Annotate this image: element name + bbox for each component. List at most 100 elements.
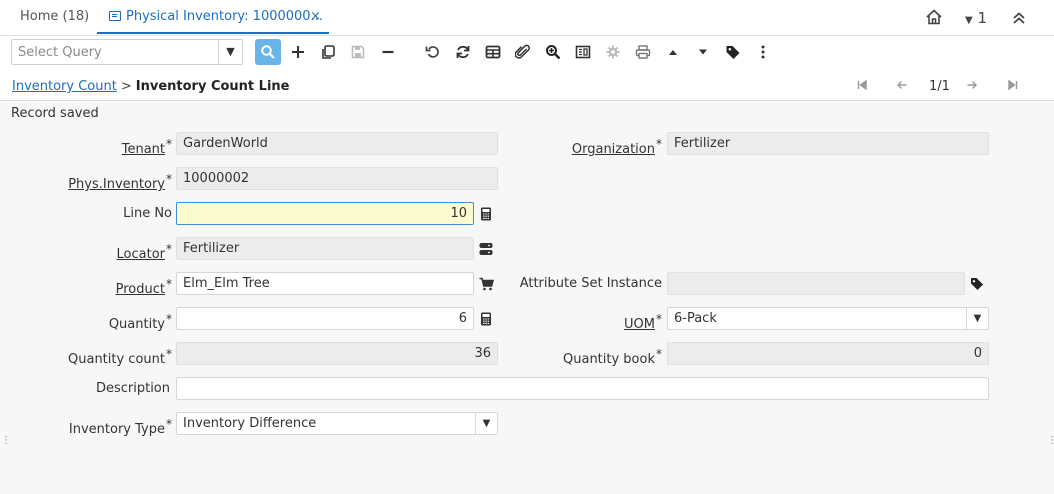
required-mark: * [656, 312, 662, 326]
locator-label[interactable]: Locator* [60, 238, 172, 262]
more-menu-icon[interactable] [750, 39, 776, 65]
product-input[interactable]: Elm_Elm Tree [176, 272, 474, 295]
double-chevron-up-icon[interactable] [1011, 0, 1027, 36]
delete-icon[interactable] [375, 39, 401, 65]
locator-picker-icon[interactable] [479, 242, 493, 256]
zoom-icon[interactable] [540, 39, 566, 65]
undo-icon[interactable] [420, 39, 446, 65]
left-resize-handle[interactable]: ⋮ [1, 436, 11, 446]
shopping-cart-icon[interactable] [479, 277, 495, 291]
quantity-book-label-text: Quantity book [563, 352, 655, 367]
required-mark: * [166, 312, 172, 326]
attribute-set-instance-label: Attribute Set Instance [519, 276, 662, 291]
quantity-label-text: Quantity [108, 317, 165, 332]
phys-inventory-label-text: Phys.Inventory [68, 177, 165, 192]
toolbar: Select Query ▼ [0, 36, 1054, 70]
last-record-icon[interactable] [1007, 78, 1019, 96]
search-icon[interactable] [255, 39, 281, 65]
line-no-input[interactable]: 10 [176, 202, 474, 225]
status-message: Record saved [11, 106, 99, 121]
tag-icon[interactable] [720, 39, 746, 65]
organization-label-text: Organization [571, 142, 655, 157]
tab-physical-inventory[interactable]: Physical Inventory: 1000000... × [97, 0, 329, 34]
right-resize-handle[interactable]: ⋮ [1047, 436, 1054, 446]
tenant-field[interactable]: GardenWorld [176, 132, 498, 155]
quantity-count-label: Quantity count* [40, 343, 172, 367]
tab-bar: Home (18) Physical Inventory: 1000000...… [0, 0, 1054, 36]
tab-home[interactable]: Home (18) [8, 0, 101, 34]
locator-field[interactable]: Fertilizer [176, 237, 474, 260]
inventory-type-value: Inventory Difference [183, 416, 317, 431]
description-input[interactable] [176, 377, 989, 400]
description-label: Description [95, 381, 170, 396]
quantity-book-label: Quantity book* [520, 343, 662, 367]
organization-label[interactable]: Organization* [520, 133, 662, 157]
quantity-input[interactable]: 6 [176, 307, 474, 330]
organization-field[interactable]: Fertilizer [667, 132, 989, 155]
required-mark: * [166, 277, 172, 291]
required-mark: * [166, 417, 172, 431]
quantity-count-label-text: Quantity count [68, 352, 165, 367]
required-mark: * [656, 347, 662, 361]
inventory-type-label-text: Inventory Type [68, 422, 165, 437]
select-query-combobox[interactable]: Select Query ▼ [11, 39, 243, 65]
new-record-icon[interactable] [285, 39, 311, 65]
tag-icon[interactable] [970, 277, 984, 291]
breadcrumb-current: Inventory Count Line [135, 79, 290, 94]
first-record-icon[interactable] [856, 78, 868, 96]
tenant-label[interactable]: Tenant* [60, 133, 172, 157]
window-icon [109, 11, 121, 21]
required-mark: * [656, 137, 662, 151]
previous-record-icon[interactable] [660, 39, 686, 65]
phys-inventory-label[interactable]: Phys.Inventory* [60, 168, 172, 192]
breadcrumb: Inventory Count > Inventory Count Line [12, 78, 289, 96]
inventory-type-select[interactable]: Inventory Difference ▼ [176, 412, 498, 435]
line-no-label: Line No [123, 206, 172, 221]
chevron-down-icon[interactable]: ▼ [966, 308, 988, 329]
quantity-count-field[interactable]: 36 [176, 342, 498, 365]
phys-inventory-field[interactable]: 10000002 [176, 167, 498, 190]
required-mark: * [166, 347, 172, 361]
user-badge: 1 [977, 9, 988, 27]
uom-value: 6-Pack [674, 311, 717, 326]
report-icon[interactable] [570, 39, 596, 65]
attribute-set-instance-field[interactable] [667, 272, 965, 295]
copy-icon[interactable] [315, 39, 341, 65]
quantity-label: Quantity* [60, 308, 172, 332]
user-menu-button[interactable]: ▼ 1 [965, 0, 987, 36]
required-mark: * [166, 172, 172, 186]
required-mark: * [166, 137, 172, 151]
save-icon[interactable] [345, 39, 371, 65]
inventory-type-label: Inventory Type* [40, 413, 172, 437]
product-label-text: Product [115, 282, 165, 297]
locator-label-text: Locator [116, 247, 165, 262]
print-icon[interactable] [630, 39, 656, 65]
record-counter: 1/1 [929, 79, 950, 94]
breadcrumb-separator: > [120, 79, 132, 94]
select-query-input[interactable]: Select Query [18, 40, 102, 65]
uom-label-text: UOM [624, 317, 655, 332]
refresh-icon[interactable] [450, 39, 476, 65]
tenant-label-text: Tenant [121, 142, 165, 157]
required-mark: * [166, 242, 172, 256]
attachment-icon[interactable] [510, 39, 536, 65]
uom-select[interactable]: 6-Pack ▼ [667, 307, 989, 330]
next-arrow-icon[interactable] [966, 78, 978, 96]
chevron-down-icon[interactable]: ▼ [475, 413, 497, 434]
breadcrumb-parent-link[interactable]: Inventory Count [12, 79, 117, 94]
uom-label[interactable]: UOM* [520, 308, 662, 332]
grid-toggle-icon[interactable] [480, 39, 506, 65]
previous-arrow-icon[interactable] [896, 78, 908, 96]
quantity-book-field[interactable]: 0 [667, 342, 989, 365]
house-icon[interactable] [925, 0, 943, 36]
calculator-icon[interactable] [479, 207, 493, 221]
tab-physical-inventory-label: Physical Inventory: 1000000... [126, 9, 323, 24]
close-tab-icon[interactable]: × [310, 0, 321, 34]
product-label[interactable]: Product* [60, 273, 172, 297]
caret-down-icon: ▼ [965, 15, 973, 26]
calculator-icon[interactable] [479, 312, 493, 326]
process-gear-icon[interactable] [600, 39, 626, 65]
detail-form: Record saved Tenant* GardenWorld Organiz… [0, 101, 1054, 494]
chevron-down-icon[interactable]: ▼ [218, 40, 242, 64]
next-record-icon[interactable] [690, 39, 716, 65]
